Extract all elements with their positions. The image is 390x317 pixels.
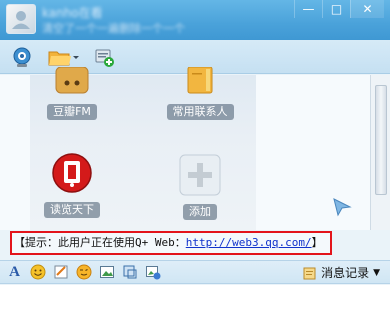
app-panel-area: 豆瓣FM 常用联系人 读览天下 添加 [0, 66, 370, 230]
video-camera-icon [13, 47, 31, 67]
app-contacts[interactable]: 常用联系人 [165, 66, 235, 120]
notice-text: 提示：此用户正在使用Q+ Web： [25, 236, 186, 249]
close-icon: ✕ [362, 2, 373, 16]
user-avatar-icon [12, 11, 30, 29]
send-image-icon [145, 266, 160, 280]
note-icon [54, 265, 67, 279]
wink-emoji-icon [76, 264, 91, 280]
screenshot-icon [123, 265, 136, 279]
folder-share-icon [48, 51, 79, 65]
contact-name: kanho在看 [42, 6, 103, 20]
screenshot-button[interactable] [121, 264, 138, 281]
scrollbar-thumb[interactable] [375, 85, 387, 195]
notice-close-bracket: 】 [311, 236, 323, 249]
emoji-button[interactable] [29, 264, 46, 281]
add-app-button[interactable] [92, 45, 116, 69]
minimize-button[interactable]: — [294, 0, 322, 18]
video-call-button[interactable] [10, 45, 34, 69]
app-add[interactable]: 添加 [165, 153, 235, 220]
send-image-button[interactable] [144, 264, 161, 281]
add-plus-icon [179, 154, 221, 196]
close-button[interactable]: ✕ [350, 0, 384, 18]
douban-fm-icon [55, 66, 89, 94]
reading-app-icon [52, 153, 92, 193]
format-toolbar: A 消息记录 ▼ [0, 260, 390, 284]
app-label-douban-fm: 豆瓣FM [47, 104, 97, 120]
add-app-icon [95, 49, 114, 67]
font-button[interactable]: A [6, 264, 23, 281]
maximize-icon: □ [330, 2, 343, 16]
app-douban-fm[interactable]: 豆瓣FM [37, 66, 107, 120]
image-icon [99, 266, 114, 278]
mouse-cursor-icon [333, 198, 352, 217]
contacts-book-icon [187, 66, 213, 94]
font-icon: A [9, 263, 20, 280]
maximize-button[interactable]: □ [322, 0, 350, 18]
share-file-button[interactable] [46, 45, 80, 69]
emoji-icon [30, 264, 45, 280]
app-label-reading: 读览天下 [44, 202, 100, 218]
vertical-scrollbar[interactable] [370, 75, 390, 230]
contact-status: 清空了一个一遍删除一个一个 [42, 22, 185, 35]
chevron-down-icon: ▼ [373, 267, 380, 278]
note-button[interactable] [52, 264, 69, 281]
message-history-button[interactable]: 消息记录 ▼ [303, 264, 380, 281]
app-label-add: 添加 [183, 204, 217, 220]
app-label-contacts: 常用联系人 [166, 104, 234, 120]
notice-open-bracket: 【 [14, 236, 25, 249]
history-label: 消息记录 [321, 266, 370, 280]
web-notice: 【提示：此用户正在使用Q+ Web：http://web3.qq.com/】 [10, 231, 332, 255]
history-icon [303, 267, 316, 279]
window-controls: — □ ✕ [294, 0, 384, 18]
avatar[interactable] [6, 4, 36, 34]
title-bar: kanho在看 清空了一个一遍删除一个一个 — □ ✕ [0, 0, 390, 40]
wink-emoji-button[interactable] [75, 264, 92, 281]
app-reading[interactable]: 读览天下 [37, 151, 107, 218]
notice-link[interactable]: http://web3.qq.com/ [186, 236, 312, 249]
app-panel: 豆瓣FM 常用联系人 读览天下 添加 [30, 66, 256, 230]
message-input[interactable] [0, 285, 390, 317]
minimize-icon: — [302, 2, 315, 16]
image-button[interactable] [98, 264, 115, 281]
